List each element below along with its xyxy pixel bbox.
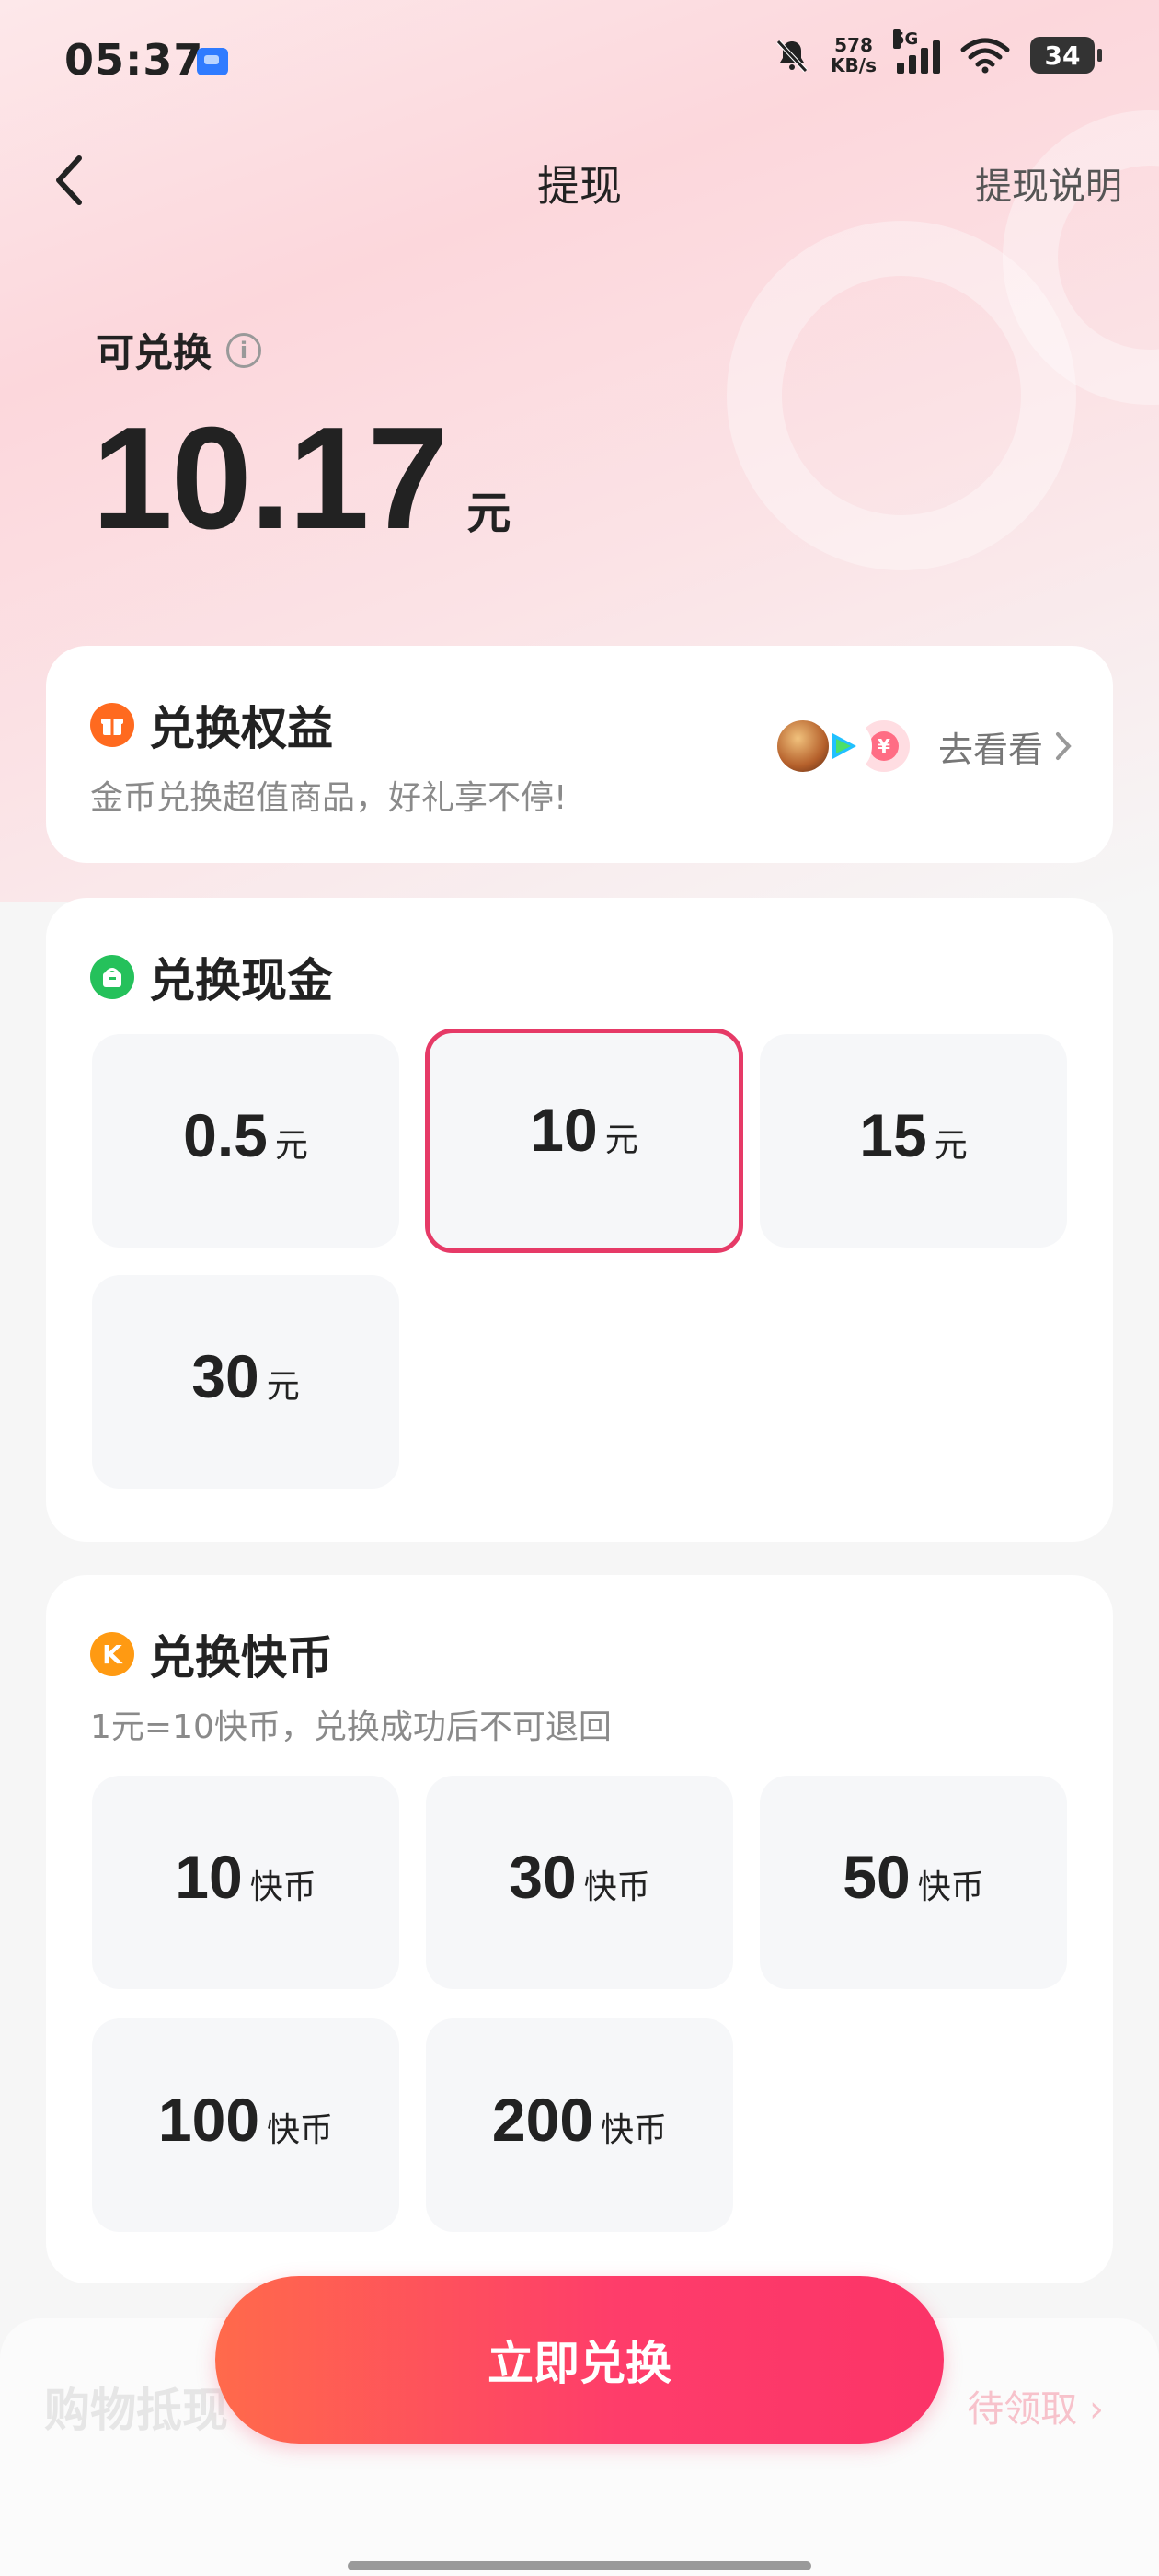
- gift-icon: [90, 703, 134, 747]
- option-value: 10: [530, 1096, 598, 1164]
- option-value: 30: [191, 1342, 259, 1410]
- option-unit: 快币: [917, 1869, 984, 1906]
- cash-option-30[interactable]: 30 元: [92, 1275, 399, 1489]
- coin-card-subtitle: 1元=10快币，兑换成功后不可退回: [90, 1708, 612, 1746]
- network-speed-unit: KB/s: [831, 54, 877, 76]
- bell-muted-icon: [776, 40, 808, 73]
- balance-amount: 10.17 元: [92, 396, 511, 562]
- coin-card-title: K 兑换快币: [90, 1621, 333, 1687]
- rights-link[interactable]: ¥ 去看看: [774, 718, 1073, 775]
- shopping-section-title: 购物抵现: [44, 2384, 228, 2437]
- redeem-now-button[interactable]: 立即兑换: [215, 2276, 944, 2444]
- avatar-hero-icon: [774, 718, 832, 775]
- see-more-link[interactable]: 去看看: [938, 721, 1073, 772]
- network-speed-value: 578: [834, 34, 873, 56]
- option-unit: 快币: [601, 2111, 668, 2149]
- pending-claim-label: 待领取: [967, 2388, 1078, 2431]
- option-unit: 快币: [267, 2111, 334, 2149]
- chevron-right-icon: ›: [1089, 2388, 1104, 2431]
- cash-option-10-selected[interactable]: 10 元: [425, 1029, 743, 1253]
- option-value: 15: [859, 1101, 927, 1169]
- rights-card-title: 兑换权益: [90, 692, 333, 758]
- coin-card: K 兑换快币 1元=10快币，兑换成功后不可退回 10 快币 30 快币 50 …: [46, 1575, 1113, 2283]
- balance-label: 可兑换 i: [96, 322, 262, 378]
- chevron-right-icon: [1056, 732, 1072, 760]
- rights-card-title-text: 兑换权益: [149, 702, 333, 755]
- cash-card-title-text: 兑换现金: [149, 954, 333, 1007]
- cash-card-title: 兑换现金: [90, 944, 333, 1010]
- coin-option-30[interactable]: 30 快币: [426, 1776, 733, 1989]
- withdraw-help-link[interactable]: 提现说明: [975, 156, 1122, 210]
- home-indicator[interactable]: [348, 2561, 811, 2570]
- battery-icon: 34: [1030, 37, 1102, 74]
- coin-option-200[interactable]: 200 快币: [426, 2018, 733, 2232]
- option-value: 50: [843, 1843, 911, 1911]
- balance-unit: 元: [466, 488, 511, 539]
- info-icon[interactable]: i: [226, 332, 262, 368]
- see-more-label: 去看看: [937, 729, 1043, 770]
- status-bar: 05:37 578 KB/s 5G 34: [0, 0, 1159, 129]
- option-unit: 元: [604, 1121, 638, 1159]
- option-value: 200: [491, 2086, 594, 2154]
- coin-card-title-text: 兑换快币: [149, 1631, 333, 1685]
- balance-label-text: 可兑换: [96, 330, 212, 375]
- option-unit: 快币: [583, 1869, 650, 1906]
- coin-option-100[interactable]: 100 快币: [92, 2018, 399, 2232]
- network-type: 5G: [893, 29, 919, 49]
- status-time: 05:37: [64, 35, 204, 85]
- cellular-signal-icon: 5G: [893, 29, 940, 74]
- pending-claim-link[interactable]: 待领取 ›: [967, 2379, 1104, 2432]
- coupon-badge: ¥: [868, 731, 899, 761]
- kuaibi-coin-icon: K: [90, 1632, 134, 1676]
- cash-option-0-5[interactable]: 0.5 元: [92, 1034, 399, 1248]
- network-speed: 578 KB/s: [831, 35, 877, 75]
- option-value: 0.5: [183, 1101, 268, 1169]
- option-value: 100: [157, 2086, 260, 2154]
- wifi-icon: [960, 38, 1010, 74]
- option-unit: 元: [934, 1127, 968, 1165]
- cash-card: 兑换现金 0.5 元 10 元 15 元 30 元: [46, 898, 1113, 1542]
- option-value: 10: [175, 1843, 243, 1911]
- status-icons: 578 KB/s 5G 34: [774, 29, 1102, 75]
- option-value: 30: [509, 1843, 577, 1911]
- rights-card-subtitle: 金币兑换超值商品，好礼享不停!: [90, 779, 568, 817]
- coin-option-10[interactable]: 10 快币: [92, 1776, 399, 1989]
- coin-option-50[interactable]: 50 快币: [760, 1776, 1067, 1989]
- option-unit: 元: [266, 1368, 300, 1406]
- cash-bag-icon: [90, 955, 134, 999]
- message-app-icon: [197, 48, 228, 75]
- rights-card[interactable]: 兑换权益 金币兑换超值商品，好礼享不停! ¥ 去看看: [46, 646, 1113, 863]
- balance-value: 10.17: [92, 397, 448, 559]
- option-unit: 元: [274, 1127, 308, 1165]
- cash-option-15[interactable]: 15 元: [760, 1034, 1067, 1248]
- option-unit: 快币: [249, 1869, 316, 1906]
